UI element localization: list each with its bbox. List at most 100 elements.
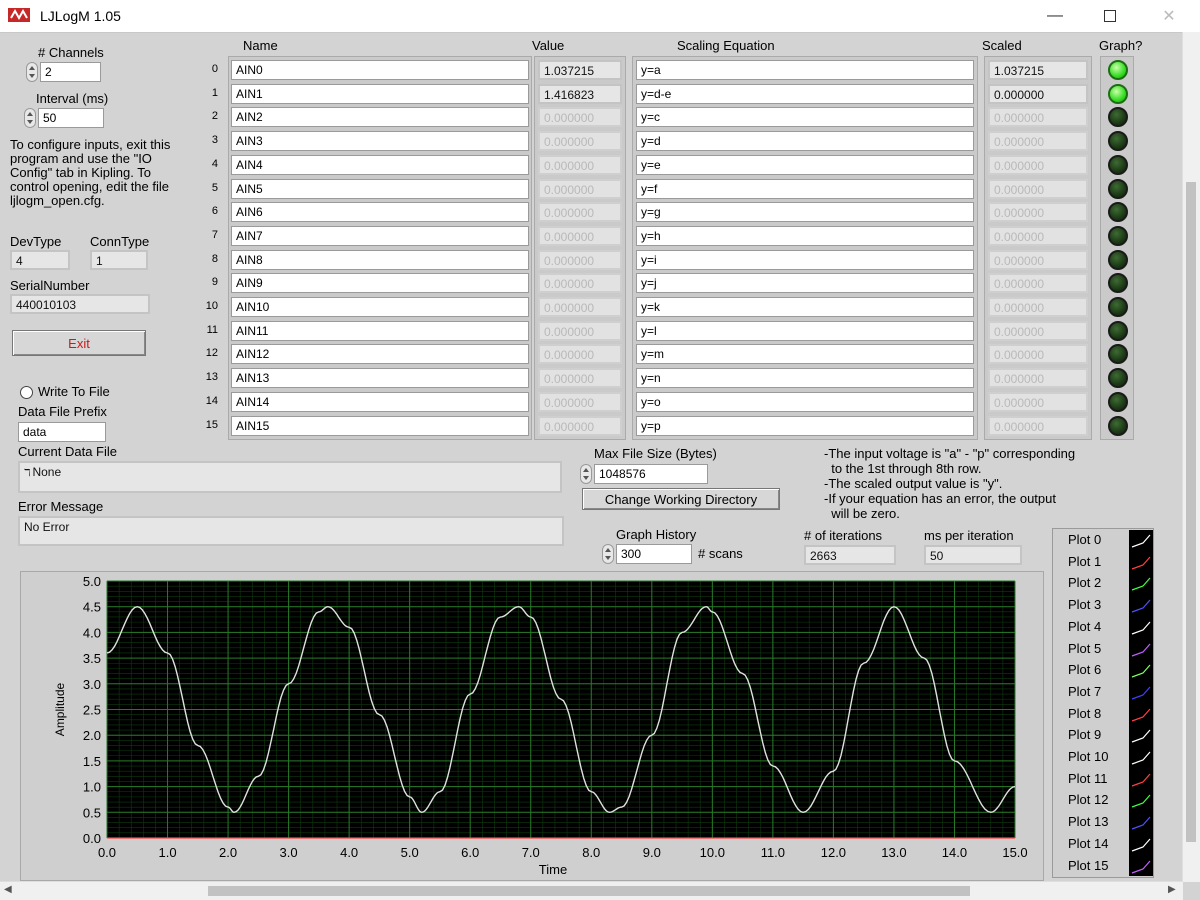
legend-swatch-icon <box>1131 729 1151 743</box>
scroll-right-icon[interactable]: ▶ <box>1168 884 1176 895</box>
channel-name-input[interactable]: AIN13 <box>231 368 529 388</box>
scaling-equation-input[interactable]: y=i <box>636 250 974 270</box>
help-notes: -The input voltage is "a" - "p" correspo… <box>824 446 1154 521</box>
scaling-equation-input[interactable]: y=d-e <box>636 84 974 104</box>
graph-toggle-led[interactable] <box>1108 344 1128 364</box>
scaled-value: 0.000000 <box>988 250 1088 270</box>
row-index: 10 <box>205 300 218 312</box>
x-tick-label: 9.0 <box>643 845 661 860</box>
x-tick-label: 6.0 <box>461 845 479 860</box>
scaling-equation-input[interactable]: y=o <box>636 392 974 412</box>
scaling-equation-input[interactable]: y=d <box>636 131 974 151</box>
scans-unit-label: # scans <box>698 546 743 561</box>
scaling-equation-input[interactable]: y=f <box>636 179 974 199</box>
channel-name-input[interactable]: AIN3 <box>231 131 529 151</box>
graph-toggle-led[interactable] <box>1108 155 1128 175</box>
legend-item-label: Plot 4 <box>1068 618 1102 634</box>
graph-toggle-led[interactable] <box>1108 368 1128 388</box>
vertical-scroll-thumb[interactable] <box>1186 182 1196 842</box>
graph-toggle-led[interactable] <box>1108 416 1128 436</box>
interval-spinner-icon[interactable] <box>24 108 36 128</box>
horizontal-scrollbar[interactable]: ◀ ▶ <box>0 881 1183 900</box>
channels-label: # Channels <box>38 45 104 60</box>
channel-name-input[interactable]: AIN10 <box>231 297 529 317</box>
change-directory-button[interactable]: Change Working Directory <box>582 488 780 510</box>
horizontal-scroll-thumb[interactable] <box>208 886 970 896</box>
y-tick-label: 4.0 <box>83 625 101 640</box>
channels-input[interactable]: 2 <box>40 62 101 82</box>
graph-toggle-led[interactable] <box>1108 321 1128 341</box>
help-note-line: -The input voltage is "a" - "p" correspo… <box>824 446 1076 461</box>
close-button[interactable]: ✕ <box>1146 0 1192 32</box>
channel-name-input[interactable]: AIN7 <box>231 226 529 246</box>
x-tick-label: 13.0 <box>881 845 906 860</box>
prefix-input[interactable]: data <box>18 422 106 442</box>
graph-toggle-led[interactable] <box>1108 250 1128 270</box>
legend-swatch-icon <box>1131 838 1151 852</box>
amplitude-chart: 0.0 1.0 2.0 3.0 4.0 5.0 6.0 7.0 8.0 9.0 10.0 11.0 12… <box>53 574 1028 877</box>
interval-input[interactable]: 50 <box>38 108 104 128</box>
channel-name-input[interactable]: AIN15 <box>231 416 529 436</box>
channel-name-input[interactable]: AIN5 <box>231 179 529 199</box>
graph-toggle-led[interactable] <box>1108 131 1128 151</box>
channel-name-input[interactable]: AIN1 <box>231 84 529 104</box>
legend-item-label: Plot 0 <box>1068 532 1102 547</box>
write-to-file-radio[interactable] <box>20 386 33 399</box>
scaling-equation-input[interactable]: y=l <box>636 321 974 341</box>
graph-toggle-led[interactable] <box>1108 392 1128 412</box>
max-size-spinner-icon[interactable] <box>580 464 592 484</box>
maximize-button[interactable] <box>1087 0 1133 32</box>
channel-value: 0.000000 <box>538 344 622 364</box>
channels-spinner-icon[interactable] <box>26 62 38 82</box>
error-label: Error Message <box>18 499 104 514</box>
graph-toggle-led[interactable] <box>1108 297 1128 317</box>
scaling-equation-input[interactable]: y=j <box>636 273 974 293</box>
max-size-input[interactable]: 1048576 <box>594 464 708 484</box>
scaled-value: 0.000000 <box>988 321 1088 341</box>
graph-toggle-led[interactable] <box>1108 273 1128 293</box>
scaling-equation-input[interactable]: y=h <box>636 226 974 246</box>
graph-toggle-led[interactable] <box>1108 107 1128 127</box>
channel-name-input[interactable]: AIN6 <box>231 202 529 222</box>
channel-name-input[interactable]: AIN9 <box>231 273 529 293</box>
iterations-label: # of iterations <box>804 528 883 543</box>
graph-toggle-led[interactable] <box>1108 226 1128 246</box>
exit-button[interactable]: Exit <box>12 330 146 356</box>
graph-toggle-led[interactable] <box>1108 179 1128 199</box>
row-index: 11 <box>206 324 218 336</box>
ms-per-iteration-label: ms per iteration <box>924 528 1014 543</box>
legend-swatch-icon <box>1131 643 1151 657</box>
scaling-equation-input[interactable]: y=e <box>636 155 974 175</box>
channel-name-input[interactable]: AIN12 <box>231 344 529 364</box>
vertical-scrollbar[interactable] <box>1182 32 1200 882</box>
row-index: 4 <box>211 158 218 170</box>
serial-label: SerialNumber <box>10 278 90 293</box>
scaling-equation-input[interactable]: y=n <box>636 368 974 388</box>
graph-toggle-led[interactable] <box>1108 84 1128 104</box>
channel-value: 0.000000 <box>538 321 622 341</box>
channel-name-input[interactable]: AIN14 <box>231 392 529 412</box>
graph-toggle-led[interactable] <box>1108 202 1128 222</box>
x-tick-label: 10.0 <box>700 845 725 860</box>
minimize-button[interactable]: — <box>1032 0 1078 32</box>
scaling-equation-input[interactable]: y=k <box>636 297 974 317</box>
channel-name-input[interactable]: AIN8 <box>231 250 529 270</box>
scaling-equation-input[interactable]: y=c <box>636 107 974 127</box>
iterations-value: 2663 <box>804 545 896 565</box>
write-to-file-label: Write To File <box>38 384 110 399</box>
graph-toggle-led[interactable] <box>1108 60 1128 80</box>
scaling-equation-input[interactable]: y=g <box>636 202 974 222</box>
scroll-left-icon[interactable]: ◀ <box>4 884 12 895</box>
channel-name-input[interactable]: AIN11 <box>231 321 529 341</box>
scaling-equation-input[interactable]: y=a <box>636 60 974 80</box>
legend-item-label: Plot 8 <box>1068 705 1102 721</box>
help-note-line: will be zero. <box>824 506 900 521</box>
scaled-value: 0.000000 <box>988 344 1088 364</box>
history-spinner-icon[interactable] <box>602 544 614 564</box>
channel-name-input[interactable]: AIN0 <box>231 60 529 80</box>
channel-name-input[interactable]: AIN4 <box>231 155 529 175</box>
scaling-equation-input[interactable]: y=p <box>636 416 974 436</box>
graph-history-input[interactable]: 300 <box>616 544 692 564</box>
scaling-equation-input[interactable]: y=m <box>636 344 974 364</box>
channel-name-input[interactable]: AIN2 <box>231 107 529 127</box>
